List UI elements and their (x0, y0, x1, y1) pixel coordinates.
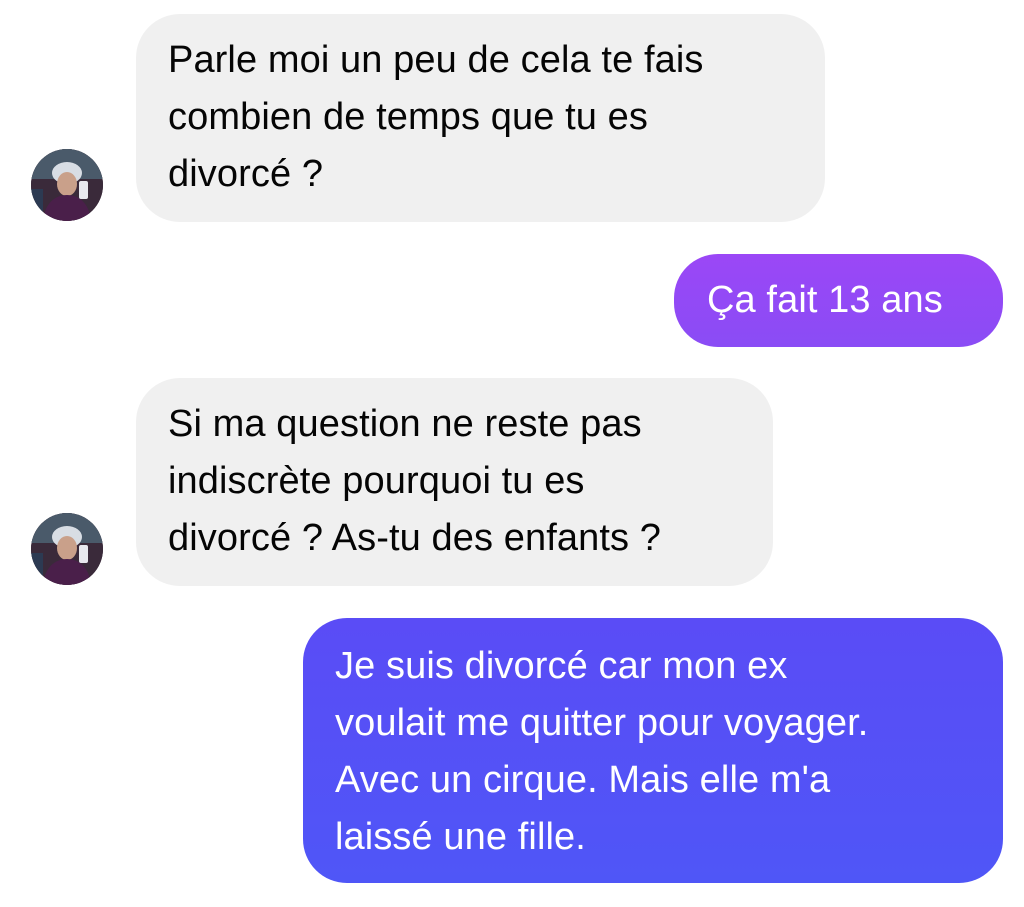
message-text-line: combien de temps que tu es (168, 96, 648, 138)
avatar-photo-icon (31, 149, 103, 221)
message-text-line: indiscrète pourquoi tu es (168, 460, 585, 502)
message-text-line: divorcé ? As-tu des enfants ? (168, 517, 661, 559)
outgoing-message-bubble[interactable]: Je suis divorcé car mon ex voulait me qu… (303, 618, 1003, 883)
avatar-photo-icon (31, 513, 103, 585)
message-text-line: voulait me quitter pour voyager. (335, 702, 869, 744)
contact-avatar[interactable] (31, 513, 103, 585)
message-text-line: Je suis divorcé car mon ex (335, 645, 788, 687)
incoming-message-bubble[interactable]: Parle moi un peu de cela te fais combien… (136, 14, 825, 222)
message-text-line: Ça fait 13 ans (707, 279, 943, 321)
message-text-line: Si ma question ne reste pas (168, 403, 642, 445)
incoming-message-bubble[interactable]: Si ma question ne reste pas indiscrète p… (136, 378, 773, 586)
message-text-line: Parle moi un peu de cela te fais (168, 39, 704, 81)
message-text-line: Avec un cirque. Mais elle m'a (335, 759, 831, 801)
outgoing-message-bubble[interactable]: Ça fait 13 ans (674, 254, 1003, 347)
message-text-line: divorcé ? (168, 153, 324, 195)
message-text-line: laissé une fille. (335, 816, 586, 858)
message-thread: Parle moi un peu de cela te fais combien… (0, 0, 1024, 907)
contact-avatar[interactable] (31, 149, 103, 221)
